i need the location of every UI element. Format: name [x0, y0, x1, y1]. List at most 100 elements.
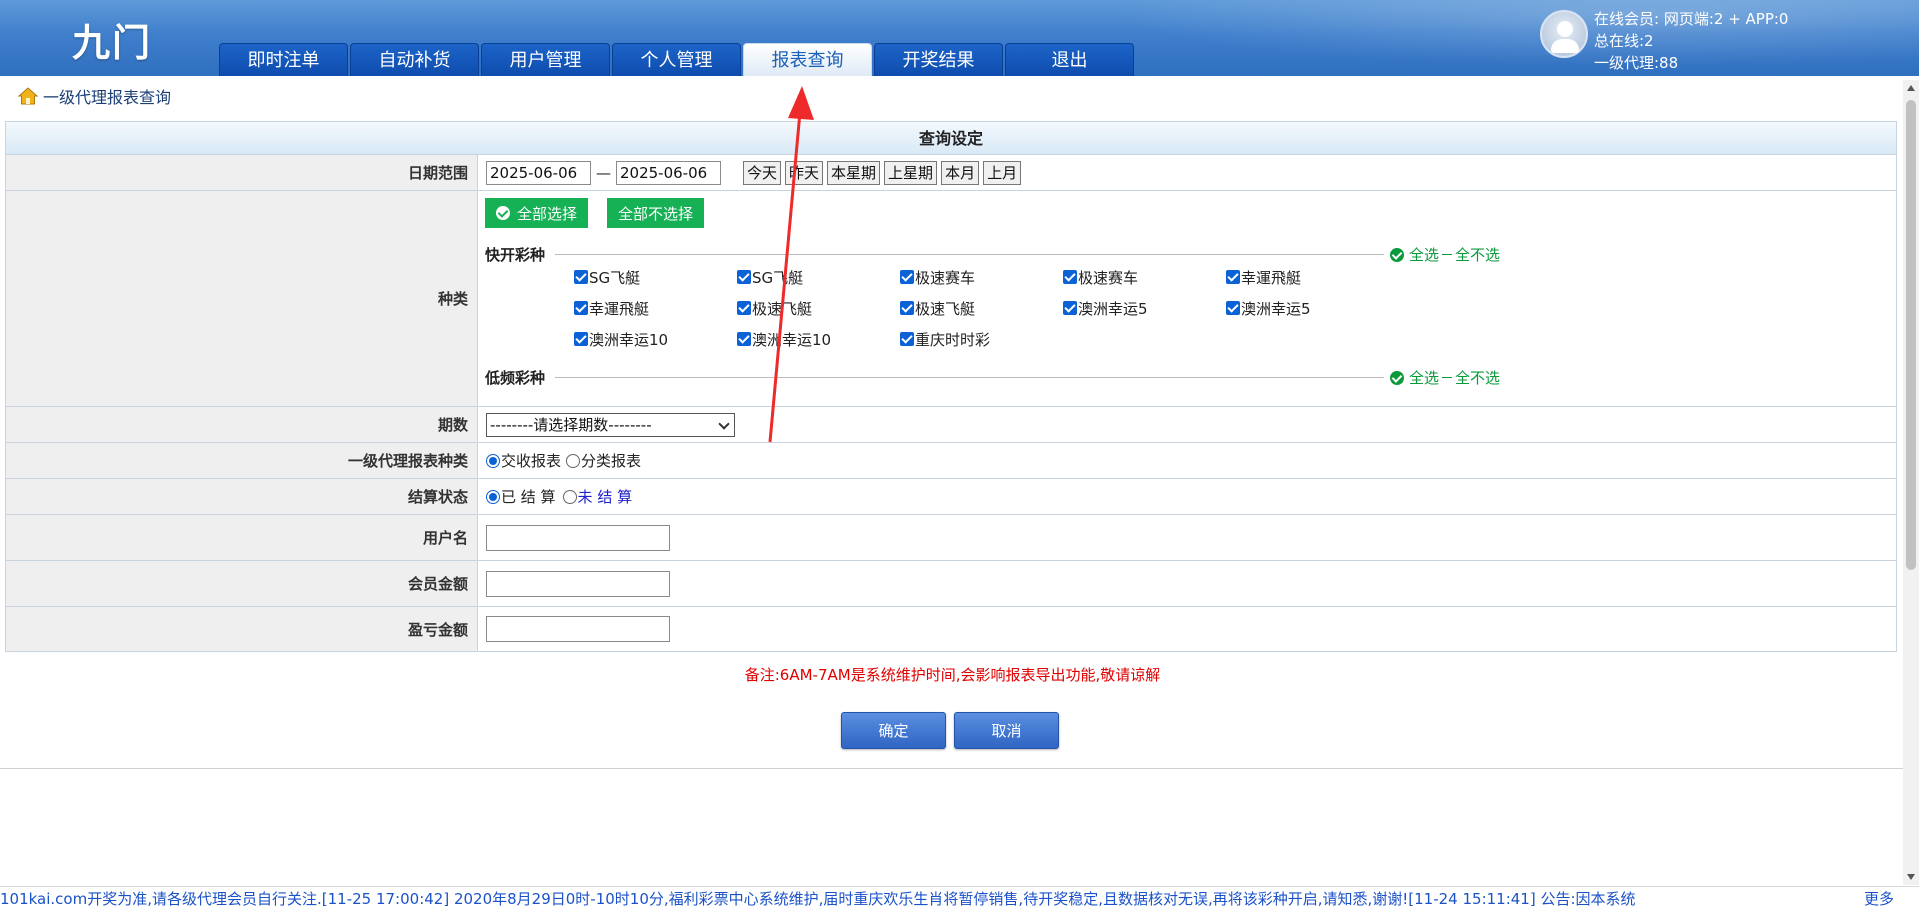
- announcement-ticker: 101kai.com开奖为准,请各级代理会员自行关注.[11-25 17:00:…: [0, 886, 1919, 909]
- report-type-label: 一级代理报表种类: [6, 443, 478, 478]
- checkbox-checked-icon[interactable]: [1063, 270, 1077, 284]
- checkbox-checked-icon[interactable]: [574, 332, 588, 346]
- this-month-button[interactable]: 本月: [941, 160, 980, 185]
- query-settings-panel: 查询设定 日期范围 — 今天 昨天 本星期 上星期 本月 上月 种类 全部选择: [5, 121, 1897, 652]
- fast-lottery-title: 快开彩种: [485, 246, 546, 264]
- checkbox-checked-icon[interactable]: [574, 270, 588, 284]
- total-online: 总在线:2: [1594, 32, 1654, 50]
- fast-lottery-list: SG飞艇 SG飞艇 极速赛车 极速赛车 幸運飛艇 幸運飛艇 极速飞艇 极速飞艇 …: [574, 265, 1389, 351]
- profit-amount-row: 盈亏金额: [6, 607, 1896, 651]
- unsettled-radio[interactable]: [562, 489, 577, 504]
- settlement-report-radio[interactable]: [486, 453, 500, 468]
- breadcrumb: 一级代理报表查询: [0, 80, 1900, 112]
- date-range-label: 日期范围: [6, 155, 478, 190]
- vertical-scrollbar[interactable]: [1903, 80, 1919, 885]
- ticker-more-link[interactable]: 更多: [1864, 888, 1894, 909]
- checkbox-checked-icon[interactable]: [900, 270, 914, 284]
- today-button[interactable]: 今天: [743, 160, 782, 185]
- date-range-row: 日期范围 — 今天 昨天 本星期 上星期 本月 上月: [6, 155, 1896, 191]
- this-week-button[interactable]: 本星期: [827, 160, 881, 185]
- lottery-checkbox[interactable]: 澳洲幸运10: [737, 327, 900, 351]
- lottery-checkbox[interactable]: 极速飞艇: [737, 296, 900, 320]
- last-week-button[interactable]: 上星期: [884, 160, 938, 185]
- logo: 九门: [72, 21, 153, 65]
- online-members: 在线会员: 网页端:2 + APP:0: [1594, 10, 1789, 28]
- end-date-input[interactable]: [616, 160, 721, 185]
- category-row: 种类 全部选择 全部不选择 快开彩种 全选 全不选 SG飞艇 SG飞艇 极速赛车…: [6, 191, 1896, 407]
- date-separator: —: [596, 163, 611, 182]
- checkbox-checked-icon[interactable]: [737, 332, 751, 346]
- lottery-checkbox[interactable]: 重庆时时彩: [900, 327, 1063, 351]
- lottery-checkbox[interactable]: 幸運飛艇: [574, 296, 737, 320]
- checkbox-checked-icon[interactable]: [900, 301, 914, 315]
- maintenance-note: 备注:6AM-7AM是系统维护时间,会影响报表导出功能,敬请谅解: [744, 666, 1161, 684]
- tab-user-management[interactable]: 用户管理: [481, 43, 610, 76]
- lottery-checkbox[interactable]: 极速飞艇: [900, 296, 1063, 320]
- lottery-checkbox[interactable]: 幸運飛艇: [1226, 265, 1389, 289]
- panel-title: 查询设定: [6, 122, 1896, 155]
- check-circle-icon: [1389, 370, 1404, 385]
- start-date-input[interactable]: [486, 160, 591, 185]
- category-report-label: 分类报表: [581, 452, 642, 470]
- tab-live-bets[interactable]: 即时注单: [219, 43, 348, 76]
- cancel-button[interactable]: 取消: [954, 712, 1059, 749]
- scroll-down-icon[interactable]: [1907, 874, 1915, 880]
- fast-select-none-link[interactable]: 全不选: [1455, 244, 1500, 265]
- lottery-checkbox[interactable]: SG飞艇: [574, 265, 737, 289]
- period-select[interactable]: --------请选择期数--------: [486, 412, 735, 437]
- report-type-row: 一级代理报表种类 交收报表 分类报表: [6, 443, 1896, 479]
- fast-lottery-group: 快开彩种 全选 全不选: [485, 244, 1500, 265]
- low-freq-lottery-group: 低频彩种 全选 全不选: [485, 367, 1500, 388]
- settled-radio[interactable]: [486, 489, 500, 504]
- home-icon[interactable]: [18, 87, 38, 105]
- breadcrumb-title: 一级代理报表查询: [43, 88, 172, 107]
- settle-status-row: 结算状态 已 结 算 未 结 算: [6, 479, 1896, 515]
- lottery-checkbox[interactable]: 极速赛车: [1063, 265, 1226, 289]
- scroll-up-icon[interactable]: [1907, 85, 1915, 91]
- group-divider: [555, 254, 1384, 255]
- period-row: 期数 --------请选择期数--------: [6, 407, 1896, 443]
- lottery-checkbox[interactable]: 澳洲幸运10: [574, 327, 737, 351]
- level1-agent: 一级代理:88: [1594, 54, 1679, 72]
- tab-logout[interactable]: 退出: [1005, 43, 1134, 76]
- checkbox-checked-icon[interactable]: [737, 301, 751, 315]
- confirm-button[interactable]: 确定: [841, 712, 946, 749]
- profit-amount-input[interactable]: [486, 616, 670, 642]
- low-select-all-link[interactable]: 全选: [1409, 367, 1439, 388]
- check-circle-icon: [1389, 247, 1404, 262]
- settlement-report-label: 交收报表: [501, 452, 562, 470]
- yesterday-button[interactable]: 昨天: [785, 160, 824, 185]
- lottery-checkbox[interactable]: 澳洲幸运5: [1063, 296, 1226, 320]
- profit-amount-label: 盈亏金额: [6, 607, 478, 651]
- tab-personal-management[interactable]: 个人管理: [612, 43, 741, 76]
- chevron-down-icon: [718, 417, 730, 430]
- check-circle-icon: [496, 206, 510, 220]
- checkbox-checked-icon[interactable]: [1226, 270, 1240, 284]
- content-divider: [0, 768, 1905, 769]
- category-report-radio[interactable]: [566, 453, 581, 468]
- last-month-button[interactable]: 上月: [983, 160, 1022, 185]
- fast-select-all-link[interactable]: 全选: [1409, 244, 1439, 265]
- tab-draw-results[interactable]: 开奖结果: [874, 43, 1003, 76]
- member-amount-label: 会员金额: [6, 561, 478, 606]
- select-none-button[interactable]: 全部不选择: [607, 198, 705, 228]
- lottery-checkbox[interactable]: SG飞艇: [737, 265, 900, 289]
- avatar-icon: [1540, 10, 1588, 58]
- checkbox-checked-icon[interactable]: [1226, 301, 1240, 315]
- member-amount-input[interactable]: [486, 570, 670, 597]
- checkbox-checked-icon[interactable]: [574, 301, 588, 315]
- tab-auto-replenish[interactable]: 自动补货: [350, 43, 479, 76]
- username-label: 用户名: [6, 515, 478, 560]
- checkbox-checked-icon[interactable]: [737, 270, 751, 284]
- lottery-checkbox[interactable]: 澳洲幸运5: [1226, 296, 1389, 320]
- low-select-none-link[interactable]: 全不选: [1455, 367, 1500, 388]
- username-input[interactable]: [486, 524, 670, 551]
- checkbox-checked-icon[interactable]: [1063, 301, 1077, 315]
- checkbox-checked-icon[interactable]: [900, 332, 914, 346]
- tab-report-query[interactable]: 报表查询: [743, 43, 872, 76]
- scroll-thumb[interactable]: [1906, 100, 1916, 570]
- ticker-text[interactable]: 101kai.com开奖为准,请各级代理会员自行关注.[11-25 17:00:…: [0, 888, 1840, 909]
- main-nav: 即时注单 自动补货 用户管理 个人管理 报表查询 开奖结果 退出: [219, 43, 1136, 76]
- select-all-button[interactable]: 全部选择: [485, 198, 589, 228]
- lottery-checkbox[interactable]: 极速赛车: [900, 265, 1063, 289]
